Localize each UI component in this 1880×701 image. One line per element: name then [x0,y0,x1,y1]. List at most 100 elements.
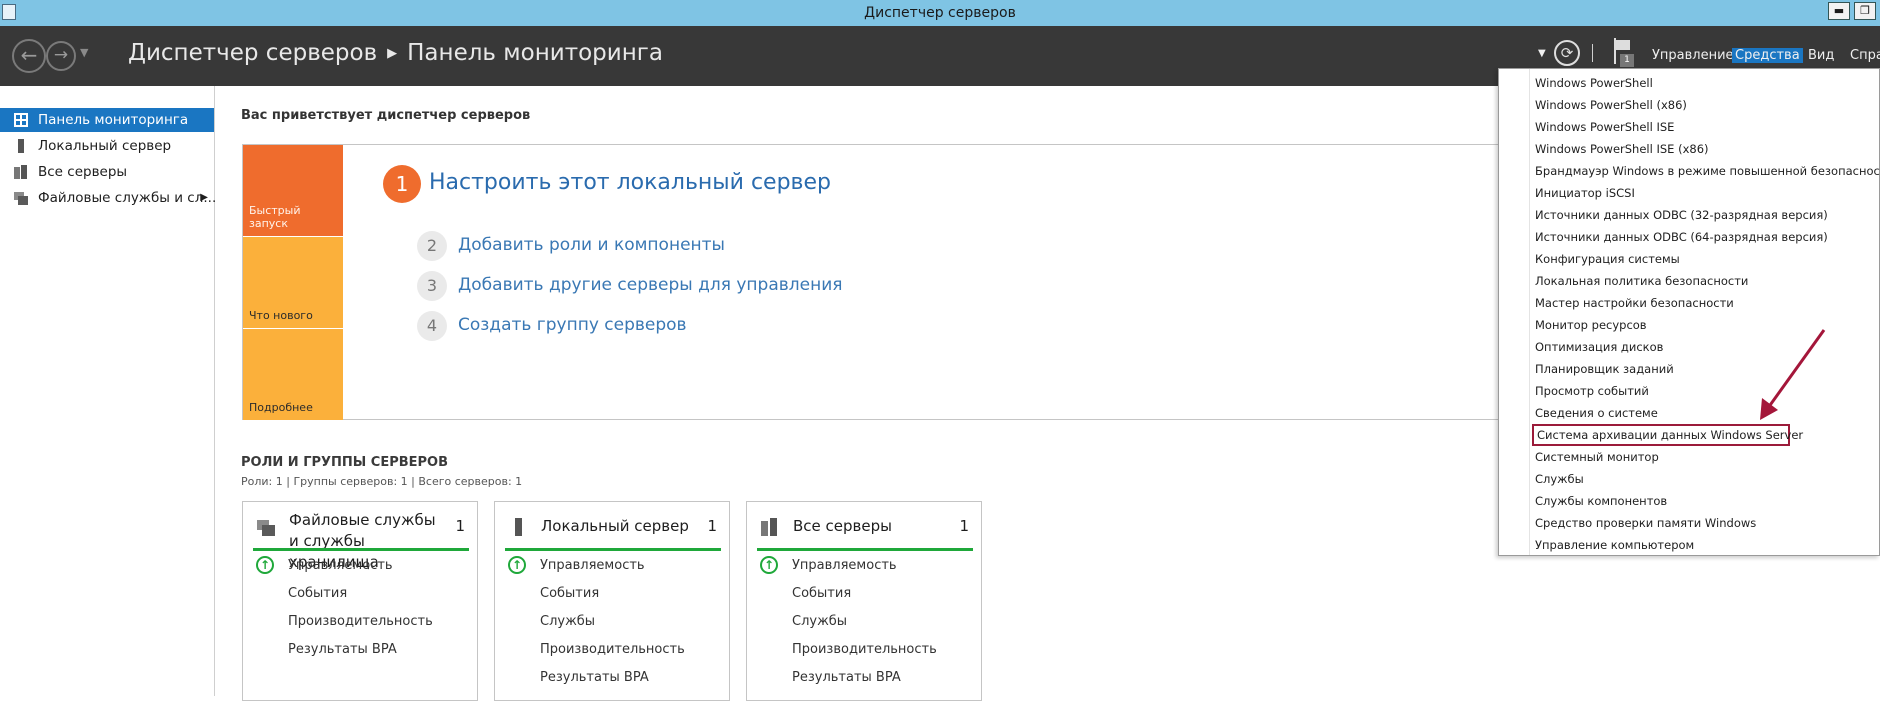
card-row[interactable]: Производительность [288,614,433,629]
card-row[interactable]: События [288,586,347,601]
sidebar-item-label: Панель мониторинга [38,112,189,128]
menu-item[interactable]: Монитор ресурсов [1535,314,1879,336]
refresh-icon[interactable]: ⟳ [1554,40,1580,66]
card-row[interactable]: Управляемость [288,558,393,573]
tile-quick-start[interactable]: Быстрый запуск [243,145,343,236]
server-icon [515,518,522,536]
card-row[interactable]: Результаты BPA [540,670,649,685]
card-row[interactable]: Управляемость [540,558,645,573]
header-divider [1592,44,1593,62]
card-count: 1 [707,517,717,535]
menu-item[interactable]: Службы [1535,468,1879,490]
roles-summary: Роли: 1 | Группы серверов: 1 | Всего сер… [241,475,523,488]
card-row[interactable]: Результаты BPA [288,642,397,657]
menu-item[interactable]: Средство проверки памяти Windows [1535,512,1879,534]
menu-item[interactable]: Планировщик заданий [1535,358,1879,380]
sidebar-item-dashboard[interactable]: Панель мониторинга [0,108,214,132]
card-status-line [757,548,973,551]
restore-button[interactable]: ❐ [1854,2,1876,20]
quick-start-panel: Быстрый запуск Что нового Подробнее 1 На… [242,144,1582,420]
card-row[interactable]: Управляемость [792,558,897,573]
menu-item[interactable]: Windows PowerShell [1535,72,1879,94]
menu-gutter [1529,69,1530,555]
menu-tools[interactable]: Средства [1732,48,1803,63]
window-title: Диспетчер серверов [864,5,1016,21]
menu-item[interactable]: Windows PowerShell ISE [1535,116,1879,138]
status-ok-icon: ↑ [508,556,526,574]
menu-item[interactable]: Мастер настройки безопасности [1535,292,1879,314]
status-ok-icon: ↑ [760,556,778,574]
role-card-file-services[interactable]: Файловые службы и службы хранилища 1 ↑ У… [242,501,478,701]
sidebar-item-local-server[interactable]: Локальный сервер [0,134,214,158]
menu-manage[interactable]: Управление [1652,48,1734,63]
history-dropdown-icon[interactable]: ▼ [80,46,88,59]
menu-item[interactable]: Windows PowerShell (x86) [1535,94,1879,116]
step-link[interactable]: Добавить роли и компоненты [458,235,725,255]
minimize-button[interactable]: ▬ [1828,2,1850,20]
card-status-line [505,548,721,551]
step-number: 2 [417,231,447,261]
card-row[interactable]: Результаты BPA [792,670,901,685]
menu-item-highlighted[interactable]: Система архивации данных Windows Server [1532,424,1803,446]
card-row[interactable]: Производительность [792,642,937,657]
card-title[interactable]: Локальный сервер [541,516,701,537]
menu-item[interactable]: Инициатор iSCSI [1535,182,1879,204]
menu-item[interactable]: Сведения о системе [1535,402,1879,424]
role-card-all-servers[interactable]: Все серверы 1 ↑ Управляемость События Сл… [746,501,982,701]
menu-item[interactable]: Windows PowerShell ISE (x86) [1535,138,1879,160]
card-count: 1 [959,517,969,535]
menu-item[interactable]: Источники данных ODBC (32-разрядная верс… [1535,204,1879,226]
step-link[interactable]: Добавить другие серверы для управления [458,275,842,295]
step-link[interactable]: Настроить этот локальный сервер [429,170,831,195]
menu-item[interactable]: Конфигурация системы [1535,248,1879,270]
menu-item[interactable]: Просмотр событий [1535,380,1879,402]
tile-label: Что нового [249,309,313,322]
menu-item[interactable]: Брандмауэр Windows в режиме повышенной б… [1535,160,1880,182]
sidebar-item-label: Все серверы [38,164,128,180]
roles-section-title: РОЛИ И ГРУППЫ СЕРВЕРОВ [241,455,449,470]
status-ok-icon: ↑ [256,556,274,574]
card-count: 1 [455,517,465,535]
tile-learn-more[interactable]: Подробнее [243,329,343,420]
menu-item[interactable]: Локальная политика безопасности [1535,270,1879,292]
card-row[interactable]: Службы [540,614,595,629]
role-card-local-server[interactable]: Локальный сервер 1 ↑ Управляемость Событ… [494,501,730,701]
sidebar-item-all-servers[interactable]: Все серверы [0,160,214,184]
app-icon [2,4,16,20]
step-link[interactable]: Создать группу серверов [458,315,687,335]
menu-item[interactable]: Управление компьютером [1535,534,1879,556]
server-icon [18,139,24,153]
header-dropdown-icon[interactable]: ▼ [1538,48,1546,59]
card-row[interactable]: Службы [792,614,847,629]
card-row[interactable]: События [792,586,851,601]
expand-arrow-icon[interactable]: ▶ [200,186,208,210]
menu-item[interactable]: Оптимизация дисков [1535,336,1879,358]
file-services-icon [257,520,275,536]
step-number: 1 [383,165,421,203]
menu-help[interactable]: Спра [1850,48,1880,63]
card-row[interactable]: События [540,586,599,601]
servers-icon [761,518,777,536]
breadcrumb-root[interactable]: Диспетчер серверов [128,40,377,66]
sidebar-item-label: Файловые службы и сл... [38,190,217,206]
back-icon[interactable]: ← [12,39,46,73]
breadcrumb-separator-icon: ▶ [387,46,398,61]
menu-item[interactable]: Системный монитор [1535,446,1879,468]
breadcrumb-page: Панель мониторинга [407,40,663,66]
tile-label: Подробнее [249,401,313,414]
step-number: 4 [417,311,447,341]
menu-item[interactable]: Службы компонентов [1535,490,1879,512]
sidebar-item-file-services[interactable]: Файловые службы и сл... ▶ [0,186,217,210]
notifications-flag-icon[interactable]: 1 [1612,38,1634,67]
servers-icon [14,165,27,179]
sidebar-item-label: Локальный сервер [38,138,172,154]
forward-icon[interactable]: → [46,41,76,71]
card-row[interactable]: Производительность [540,642,685,657]
tile-whats-new[interactable]: Что нового [243,237,343,328]
dashboard-icon [14,113,28,127]
card-title[interactable]: Все серверы [793,516,953,537]
menu-item[interactable]: Источники данных ODBC (64-разрядная верс… [1535,226,1879,248]
window-titlebar: Диспетчер серверов ▬ ❐ [0,0,1880,26]
menu-view[interactable]: Вид [1808,48,1834,63]
step-number: 3 [417,271,447,301]
